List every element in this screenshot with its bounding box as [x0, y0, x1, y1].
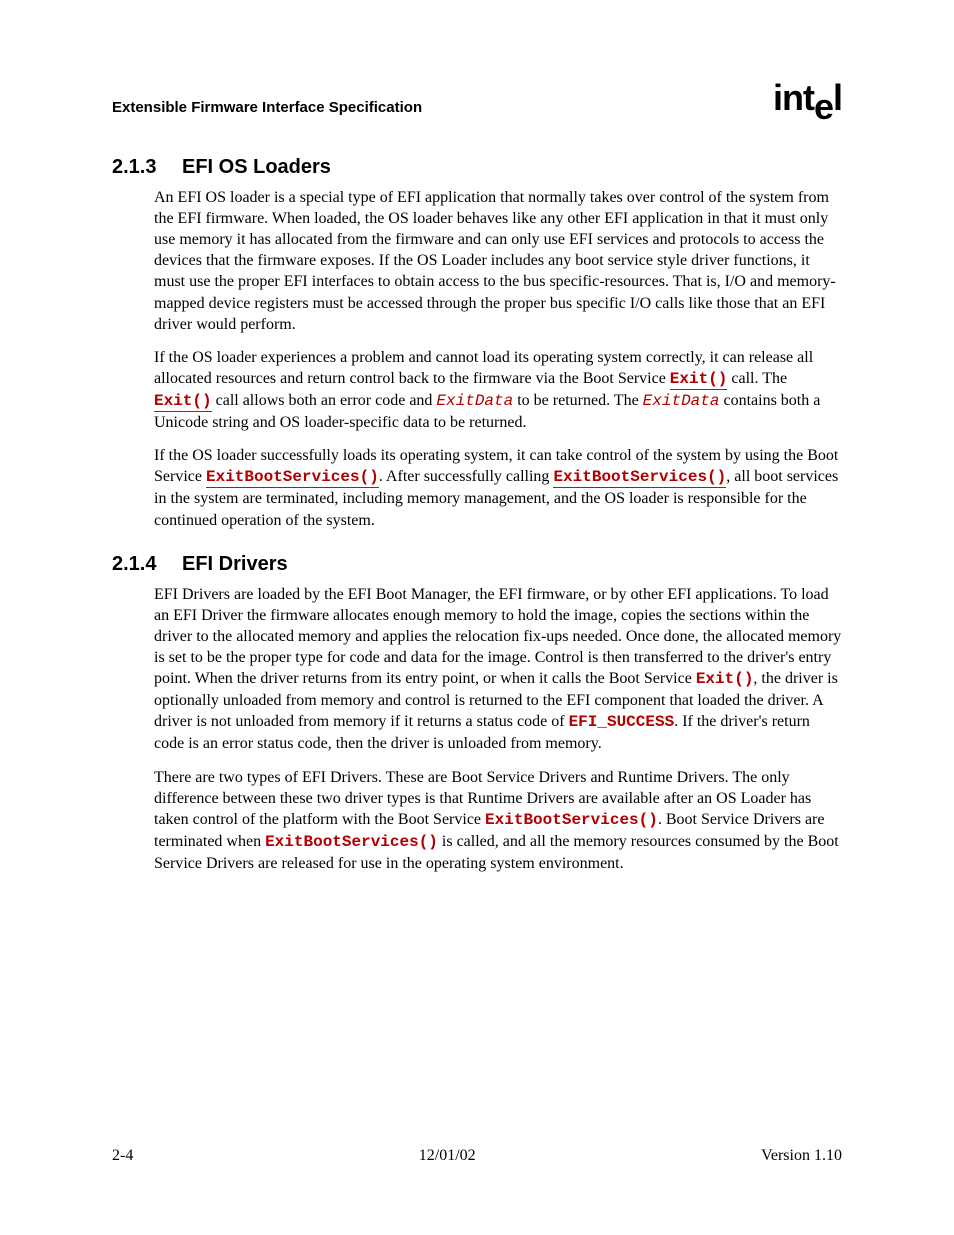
code-exit: Exit() [696, 670, 754, 688]
intel-logo: intel [773, 80, 842, 116]
footer-version: Version 1.10 [761, 1147, 842, 1165]
page-header: Extensible Firmware Interface Specificat… [112, 80, 842, 116]
code-link-exitboot[interactable]: ExitBootServices() [553, 468, 726, 488]
paragraph: EFI Drivers are loaded by the EFI Boot M… [154, 584, 842, 755]
paragraph: If the OS loader successfully loads its … [154, 445, 842, 530]
code-efisuccess: EFI_SUCCESS [569, 713, 675, 731]
document-title: Extensible Firmware Interface Specificat… [112, 99, 422, 116]
code-link-exitboot[interactable]: ExitBootServices() [206, 468, 379, 488]
footer-date: 12/01/02 [419, 1147, 476, 1165]
code-exitdata: ExitData [643, 392, 720, 410]
page-container: Extensible Firmware Interface Specificat… [0, 0, 954, 1235]
code-exitboot: ExitBootServices() [265, 833, 438, 851]
page-footer: 2-4 12/01/02 Version 1.10 [112, 1147, 842, 1165]
paragraph: If the OS loader experiences a problem a… [154, 347, 842, 433]
section-number: 2.1.4 [112, 553, 182, 576]
section-number: 2.1.3 [112, 156, 182, 179]
code-exitdata: ExitData [436, 392, 513, 410]
code-link-exit[interactable]: Exit() [670, 370, 728, 390]
code-exitboot: ExitBootServices() [485, 811, 658, 829]
paragraph: An EFI OS loader is a special type of EF… [154, 187, 842, 335]
section-heading-213: 2.1.3EFI OS Loaders [112, 156, 842, 179]
section-title: EFI Drivers [182, 553, 288, 575]
code-link-exit[interactable]: Exit() [154, 392, 212, 412]
section-title: EFI OS Loaders [182, 156, 331, 178]
footer-page-number: 2-4 [112, 1147, 133, 1165]
paragraph: There are two types of EFI Drivers. Thes… [154, 767, 842, 875]
section-heading-214: 2.1.4EFI Drivers [112, 553, 842, 576]
